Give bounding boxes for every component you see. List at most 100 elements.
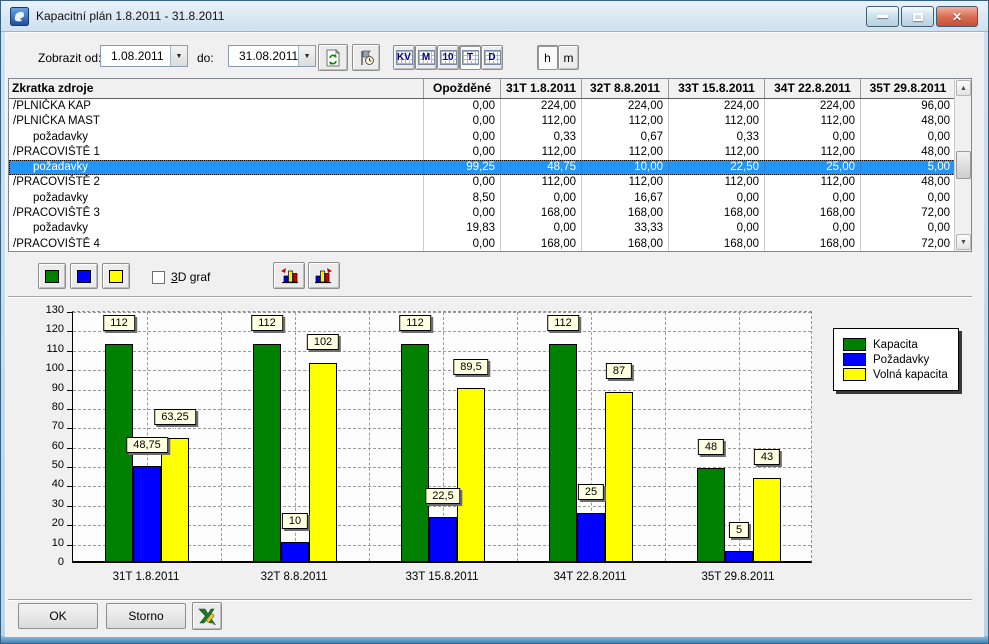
- table-row[interactable]: požadavky8,500,0016,670,000,000,00: [9, 191, 971, 206]
- cancel-button[interactable]: Storno: [106, 603, 186, 629]
- minimize-icon: [877, 15, 888, 18]
- value-cell: 22,50: [669, 160, 765, 175]
- scroll-down-icon[interactable]: ▼: [956, 234, 971, 250]
- 3d-graph-checkbox-label[interactable]: 3D graf: [171, 270, 210, 284]
- bar: [725, 551, 753, 561]
- value-cell: 0,33: [669, 130, 765, 145]
- value-cell: 112,00: [669, 175, 765, 190]
- x-category-label: 31T 1.8.2011: [81, 571, 211, 583]
- date-from-combobox[interactable]: 1.08.2011 ▼: [100, 45, 188, 67]
- y-tick: [67, 428, 73, 429]
- milestone-flag-button[interactable]: [352, 44, 380, 71]
- value-cell: 48,00: [861, 114, 956, 129]
- legend-swatch-icon: [843, 338, 866, 351]
- value-cell: 168,00: [501, 206, 582, 221]
- titlebar[interactable]: Kapacitní plán 1.8.2011 - 31.8.2011 ✕: [1, 1, 988, 32]
- value-cell: 48,75: [501, 160, 582, 175]
- date-from-dropdown-arrow-icon[interactable]: ▼: [170, 46, 187, 66]
- y-tick: [67, 525, 73, 526]
- flag-clock-icon: [358, 49, 375, 66]
- series-color-button-0[interactable]: [38, 263, 66, 289]
- bar: [457, 388, 485, 561]
- bar-value-label: 87: [606, 363, 632, 379]
- maximize-button[interactable]: [901, 6, 934, 27]
- bar-value-label: 10: [282, 513, 308, 529]
- value-cell: 0,00: [424, 237, 501, 252]
- date-to-dropdown-arrow-icon[interactable]: ▼: [298, 46, 315, 66]
- bar-value-label: 48,75: [126, 437, 168, 453]
- series-color-button-2[interactable]: [102, 263, 130, 289]
- value-cell: 112,00: [669, 145, 765, 160]
- value-cell: 0,00: [669, 191, 765, 206]
- resource-name-cell: /PLNIČKA MAST: [9, 114, 424, 129]
- chart-next-button[interactable]: [308, 262, 340, 289]
- value-cell: 0,00: [424, 145, 501, 160]
- y-tick: [67, 506, 73, 507]
- period-button-kv[interactable]: KV: [393, 45, 415, 70]
- scrollbar-thumb[interactable]: [956, 151, 971, 179]
- table-header-cell: 34T 22.8.2011: [765, 79, 861, 98]
- calendar-grid-icon: D: [484, 50, 501, 65]
- value-cell: 0,33: [501, 130, 582, 145]
- table-row[interactable]: /PRACOVIŠTĚ 10,00112,00112,00112,00112,0…: [9, 145, 971, 160]
- chart-prev-button[interactable]: [273, 262, 305, 289]
- ok-button[interactable]: OK: [18, 603, 98, 629]
- refresh-plan-button[interactable]: [318, 44, 348, 71]
- y-tick: [67, 467, 73, 468]
- chart-plot-area: 11248,7563,251121010211222,589,511225874…: [72, 311, 812, 563]
- bar-label-connector: [618, 379, 619, 392]
- y-tick-label: 130: [30, 304, 64, 316]
- table-row[interactable]: /PRACOVIŠTĚ 40,00168,00168,00168,00168,0…: [9, 237, 971, 252]
- calendar-grid-icon: T: [462, 50, 479, 65]
- refresh-page-icon: [324, 49, 342, 67]
- x-gridline-boundary: [369, 312, 370, 561]
- bar-value-label: 5: [729, 522, 749, 538]
- y-tick-label: 50: [30, 459, 64, 471]
- value-cell: 112,00: [501, 145, 582, 160]
- bar-value-label: 112: [103, 315, 135, 331]
- period-button-d[interactable]: D: [481, 45, 503, 70]
- series-color-button-1[interactable]: [70, 263, 98, 289]
- table-row[interactable]: /PRACOVIŠTĚ 30,00168,00168,00168,00168,0…: [9, 206, 971, 221]
- calendar-grid-icon: 10: [440, 50, 457, 65]
- table-row[interactable]: požadavky19,830,0033,330,000,000,00: [9, 221, 971, 236]
- table-row[interactable]: /PRACOVIŠTĚ 20,00112,00112,00112,00112,0…: [9, 175, 971, 190]
- period-button-m[interactable]: M: [415, 45, 437, 70]
- unit-button-h[interactable]: h: [537, 45, 558, 70]
- period-button-t[interactable]: T: [459, 45, 481, 70]
- value-cell: 25,00: [765, 160, 861, 175]
- table-scrollbar[interactable]: ▲ ▼: [954, 79, 971, 251]
- excel-export-button[interactable]: [192, 602, 222, 630]
- table-row[interactable]: /PLNIČKA KAP0,00224,00224,00224,00224,00…: [9, 99, 971, 114]
- y-tick: [67, 448, 73, 449]
- bar-label-connector: [174, 425, 175, 438]
- value-cell: 224,00: [501, 99, 582, 114]
- bar: [253, 344, 281, 561]
- bar-value-label: 22,5: [425, 488, 460, 504]
- bar: [429, 517, 457, 561]
- table-row[interactable]: /PLNIČKA MAST0,00112,00112,00112,00112,0…: [9, 114, 971, 129]
- period-button-label: T: [463, 51, 478, 64]
- scroll-up-icon[interactable]: ▲: [956, 80, 971, 96]
- 3d-graph-checkbox[interactable]: [152, 271, 165, 284]
- period-button-label: D: [485, 51, 500, 64]
- period-button-label: M: [419, 51, 434, 64]
- unit-button-m[interactable]: m: [558, 45, 579, 70]
- y-tick: [67, 351, 73, 352]
- show-from-label: Zobrazit od:: [38, 51, 101, 65]
- period-button-10[interactable]: 10: [437, 45, 459, 70]
- table-row[interactable]: požadavky99,2548,7510,0022,5025,005,00: [9, 160, 971, 175]
- date-to-combobox[interactable]: 31.08.2011 ▼: [228, 45, 316, 67]
- value-cell: 168,00: [765, 237, 861, 252]
- table-row[interactable]: požadavky0,000,330,670,330,000,00: [9, 130, 971, 145]
- legend-item: Kapacita: [843, 338, 948, 351]
- bar-label-connector: [738, 538, 739, 551]
- capacity-table: Zkratka zdrojeOpožděné31T 1.8.201132T 8.…: [8, 78, 972, 252]
- minimize-button[interactable]: [866, 6, 899, 27]
- value-cell: 224,00: [669, 99, 765, 114]
- color-swatch-icon: [45, 270, 59, 283]
- table-header-cell: Opožděné: [424, 79, 501, 98]
- close-button[interactable]: ✕: [936, 6, 978, 27]
- value-cell: 48,00: [861, 175, 956, 190]
- y-tick-label: 70: [30, 420, 64, 432]
